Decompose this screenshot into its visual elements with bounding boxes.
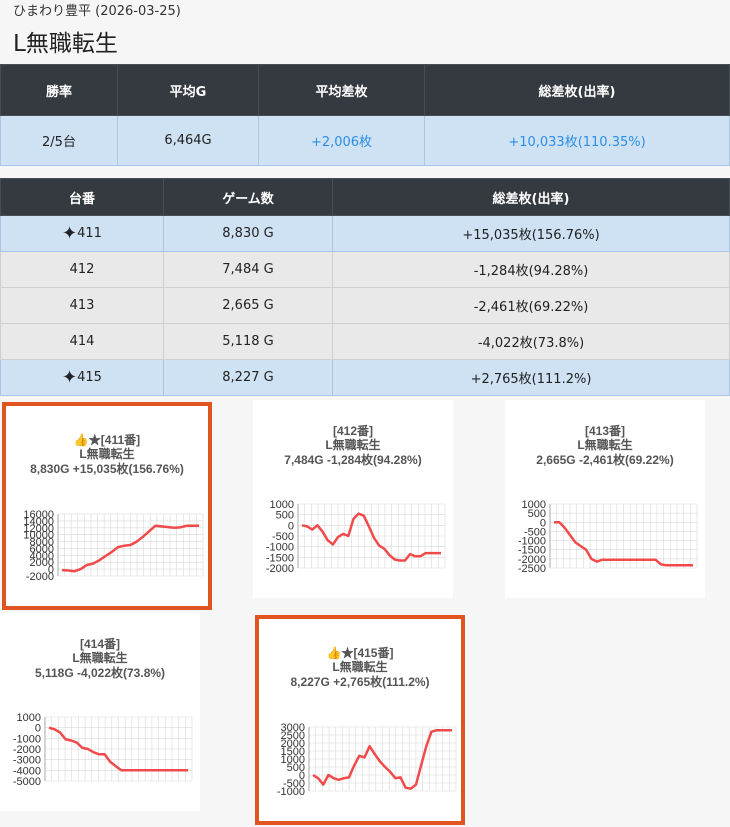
chart-415: 300025002000150010005000-500-1000 [277,722,457,798]
y-tick-label: -2000 [26,571,54,583]
machine-diff: -1,284枚(94.28%) [332,251,730,288]
table-row[interactable]: 414 5,118 G -4,022枚(73.8%) [0,323,730,360]
summary-header-avg-games: 平均G [117,64,259,116]
store-date-label: ひまわり豊平 (2026-03-25) [13,4,181,19]
chart-card-411[interactable]: 👍★[411番] L無職転生 8,830G +15,035枚(156.76%) … [2,402,212,610]
summary-total-diff: +10,033枚(110.35%) [424,115,730,166]
machine-number: 411 [77,226,102,241]
machine-number: 415 [77,370,102,385]
table-row[interactable]: ✦415 8,227 G +2,765枚(111.2%) [0,359,730,396]
table-row[interactable]: 413 2,665 G -2,461枚(69.22%) [0,287,730,324]
machine-games: 5,118 G [163,323,333,360]
machine-diff: -4,022枚(73.8%) [332,323,730,360]
machine-header-games: ゲーム数 [163,178,333,216]
summary-header-total-diff: 総差枚(出率) [424,64,730,116]
chart-411: 1600014000120001000080006000400020000-20… [23,509,204,583]
machine-diff: +2,765枚(111.2%) [332,359,730,396]
summary-avg-games: 6,464G [117,115,259,166]
sparkle-icon: ✦ [62,223,78,244]
machine-games: 8,227 G [163,359,333,396]
chart-414: 10000-1000-2000-3000-4000-5000 [13,712,193,788]
machine-games: 2,665 G [163,287,333,324]
summary-header-avg-diff: 平均差枚 [258,64,425,116]
machine-number-cell: ✦415 [0,359,164,396]
chart-card-414[interactable]: [414番] L無職転生 5,118G -4,022枚(73.8%) 1000 0… [0,613,200,811]
table-row[interactable]: 412 7,484 G -1,284枚(94.28%) [0,251,730,288]
y-tick-label: -2500 [518,563,546,575]
machine-header-number: 台番 [0,178,164,216]
y-tick-label: -5000 [13,776,41,788]
machine-header-diff: 総差枚(出率) [332,178,730,216]
machine-games: 7,484 G [163,251,333,288]
machine-number: 414 [0,323,164,360]
machine-number-cell: ✦411 [0,215,164,252]
chart-412: 10005000-500-1000-1500-2000 [266,499,446,575]
chart-card-412[interactable]: [412番] L無職転生 7,484G -1,284枚(94.28%) 1000… [253,400,453,598]
summary-table: 勝率 平均G 平均差枚 総差枚(出率) 2/5台 6,464G +2,006枚 … [0,64,730,166]
machine-games: 8,830 G [163,215,333,252]
machine-diff: +15,035枚(156.76%) [332,215,730,252]
machine-number: 412 [0,251,164,288]
chart-card-413[interactable]: [413番] L無職転生 2,665G -2,461枚(69.22%) 1000… [505,400,705,598]
chart-card-415[interactable]: 👍★[415番] L無職転生 8,227G +2,765枚(111.2%) 30… [255,615,465,825]
sparkle-icon: ✦ [62,367,78,388]
summary-winrate: 2/5台 [0,115,118,166]
page-title: L無職転生 [13,31,118,57]
table-row[interactable]: ✦411 8,830 G +15,035枚(156.76%) [0,215,730,252]
machine-diff: -2,461枚(69.22%) [332,287,730,324]
machine-number: 413 [0,287,164,324]
y-tick-label: -2000 [266,563,294,575]
summary-avg-diff: +2,006枚 [258,115,425,166]
summary-header-winrate: 勝率 [0,64,118,116]
machine-table: 台番 ゲーム数 総差枚(出率) ✦411 8,830 G +15,035枚(15… [0,178,730,396]
y-tick-label: -1000 [277,786,305,798]
chart-413: 10005000-500-1000-1500-2000-2500 [518,499,698,575]
